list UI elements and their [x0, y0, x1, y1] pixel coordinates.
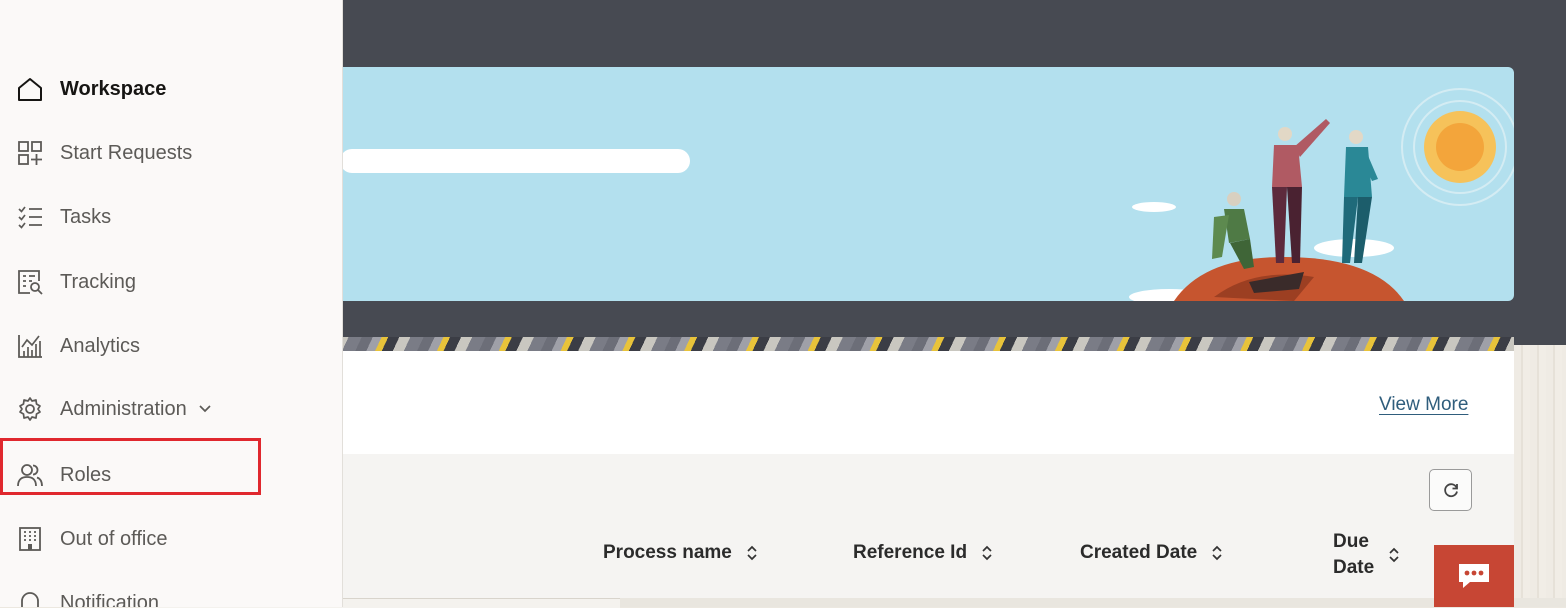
column-label-line1: Due [1333, 531, 1369, 552]
banner-title-bar [340, 149, 690, 173]
column-header-reference-id[interactable]: Reference Id [853, 542, 993, 564]
bell-icon [17, 590, 43, 607]
tracking-icon [17, 269, 43, 295]
analytics-icon [17, 333, 43, 359]
roles-highlight-box [0, 438, 261, 495]
column-header-process-name[interactable]: Process name [603, 542, 758, 564]
work-items-card: View More Process name Reference Id Crea… [300, 351, 1514, 607]
column-label: Created Date [1080, 542, 1198, 563]
chat-icon [1456, 561, 1492, 591]
sort-icon[interactable] [746, 544, 758, 562]
sidebar-item-start-requests[interactable]: Start Requests [17, 138, 192, 168]
sidebar-item-label: Tracking [60, 270, 136, 293]
refresh-button[interactable] [1429, 469, 1472, 511]
decorative-stripe [300, 337, 1514, 351]
sidebar-item-label: Start Requests [60, 141, 193, 164]
sidebar-item-label: Notification [60, 591, 159, 608]
sort-icon[interactable] [981, 544, 993, 562]
sidebar-item-analytics[interactable]: Analytics [17, 331, 140, 361]
sidebar-item-tracking[interactable]: Tracking [17, 267, 136, 297]
column-label: Reference Id [853, 542, 968, 563]
column-header-due-date[interactable]: Due Date [1333, 529, 1400, 581]
sidebar-item-notification[interactable]: Notification [17, 588, 159, 607]
sidebar-item-label: Tasks [60, 205, 112, 228]
refresh-icon [1441, 480, 1461, 500]
column-label-line2: Date [1333, 557, 1375, 578]
checklist-icon [17, 204, 43, 230]
column-label: Process name [603, 542, 732, 563]
sort-icon[interactable] [1211, 544, 1223, 562]
sort-icon[interactable] [1388, 546, 1400, 564]
column-header-created-date[interactable]: Created Date [1080, 542, 1223, 564]
sidebar-item-administration[interactable]: Administration [17, 394, 211, 424]
home-icon [17, 76, 43, 102]
sidebar-item-label: Workspace [60, 77, 167, 100]
sidebar-item-tasks[interactable]: Tasks [17, 202, 111, 232]
hero-banner [300, 67, 1514, 301]
sidebar-item-workspace[interactable]: Workspace [17, 74, 166, 104]
gear-icon [17, 396, 43, 422]
sidebar-item-label: Out of office [60, 527, 168, 550]
sidebar-item-label: Analytics [60, 334, 141, 357]
chat-button[interactable] [1434, 545, 1514, 607]
page-background [1514, 345, 1566, 607]
chevron-down-icon[interactable] [199, 405, 211, 413]
sidebar-item-out-of-office[interactable]: Out of office [17, 524, 167, 554]
sidebar: Workspace Start Requests Tasks Tracking … [0, 0, 342, 607]
sidebar-item-label: Administration [60, 397, 187, 420]
banner-illustration [1129, 88, 1514, 301]
tasks-table: Process name Reference Id Created Date D… [300, 454, 1514, 607]
view-more-link[interactable]: View More [1379, 394, 1468, 416]
apps-add-icon [17, 140, 43, 166]
building-icon [17, 526, 43, 552]
